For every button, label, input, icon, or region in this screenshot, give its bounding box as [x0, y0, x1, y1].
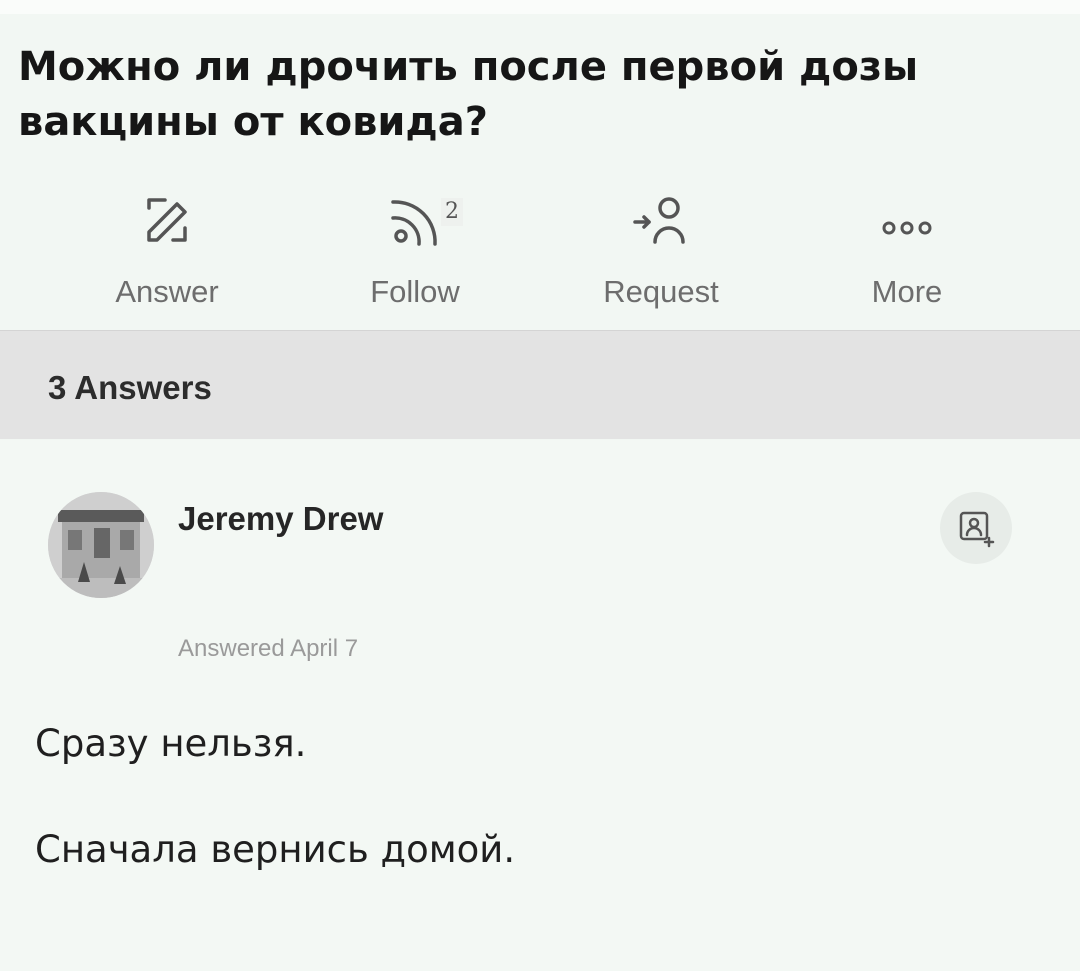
follow-action-label: Follow: [370, 274, 460, 309]
request-user-icon: [621, 180, 701, 260]
follow-user-icon: [959, 511, 995, 548]
answered-date: Answered April 7: [178, 635, 359, 662]
answers-count: 3 Answers: [48, 369, 212, 406]
request-action-button[interactable]: Request: [561, 180, 761, 320]
answer-line-1: Сразу нельзя.: [35, 722, 307, 765]
avatar-image: [48, 492, 154, 598]
author-avatar[interactable]: [48, 492, 154, 598]
follow-author-button[interactable]: [940, 492, 1012, 564]
top-strip: [0, 0, 1080, 14]
question-title: Можно ли дрочить после первой дозы вакци…: [18, 44, 919, 145]
request-action-label: Request: [603, 274, 719, 309]
answer-card: Jeremy Drew Answered April 7 Сразу нельз…: [0, 440, 1080, 971]
answer-line-2: Сначала вернись домой.: [35, 828, 516, 871]
pencil-edit-icon: [127, 180, 207, 260]
answer-action-label: Answer: [115, 274, 219, 309]
answer-action-button[interactable]: Answer: [67, 180, 267, 320]
answers-header: 3 Answers: [0, 330, 1080, 439]
follow-action-button[interactable]: 2 Follow: [315, 180, 515, 320]
action-bar: Answer 2 Follow Request More: [0, 180, 1080, 325]
more-action-button[interactable]: More: [807, 180, 1007, 320]
author-name[interactable]: Jeremy Drew: [178, 500, 383, 538]
follow-count-badge: 2: [441, 198, 463, 226]
more-dots-icon: [867, 180, 947, 260]
more-action-label: More: [871, 274, 943, 309]
